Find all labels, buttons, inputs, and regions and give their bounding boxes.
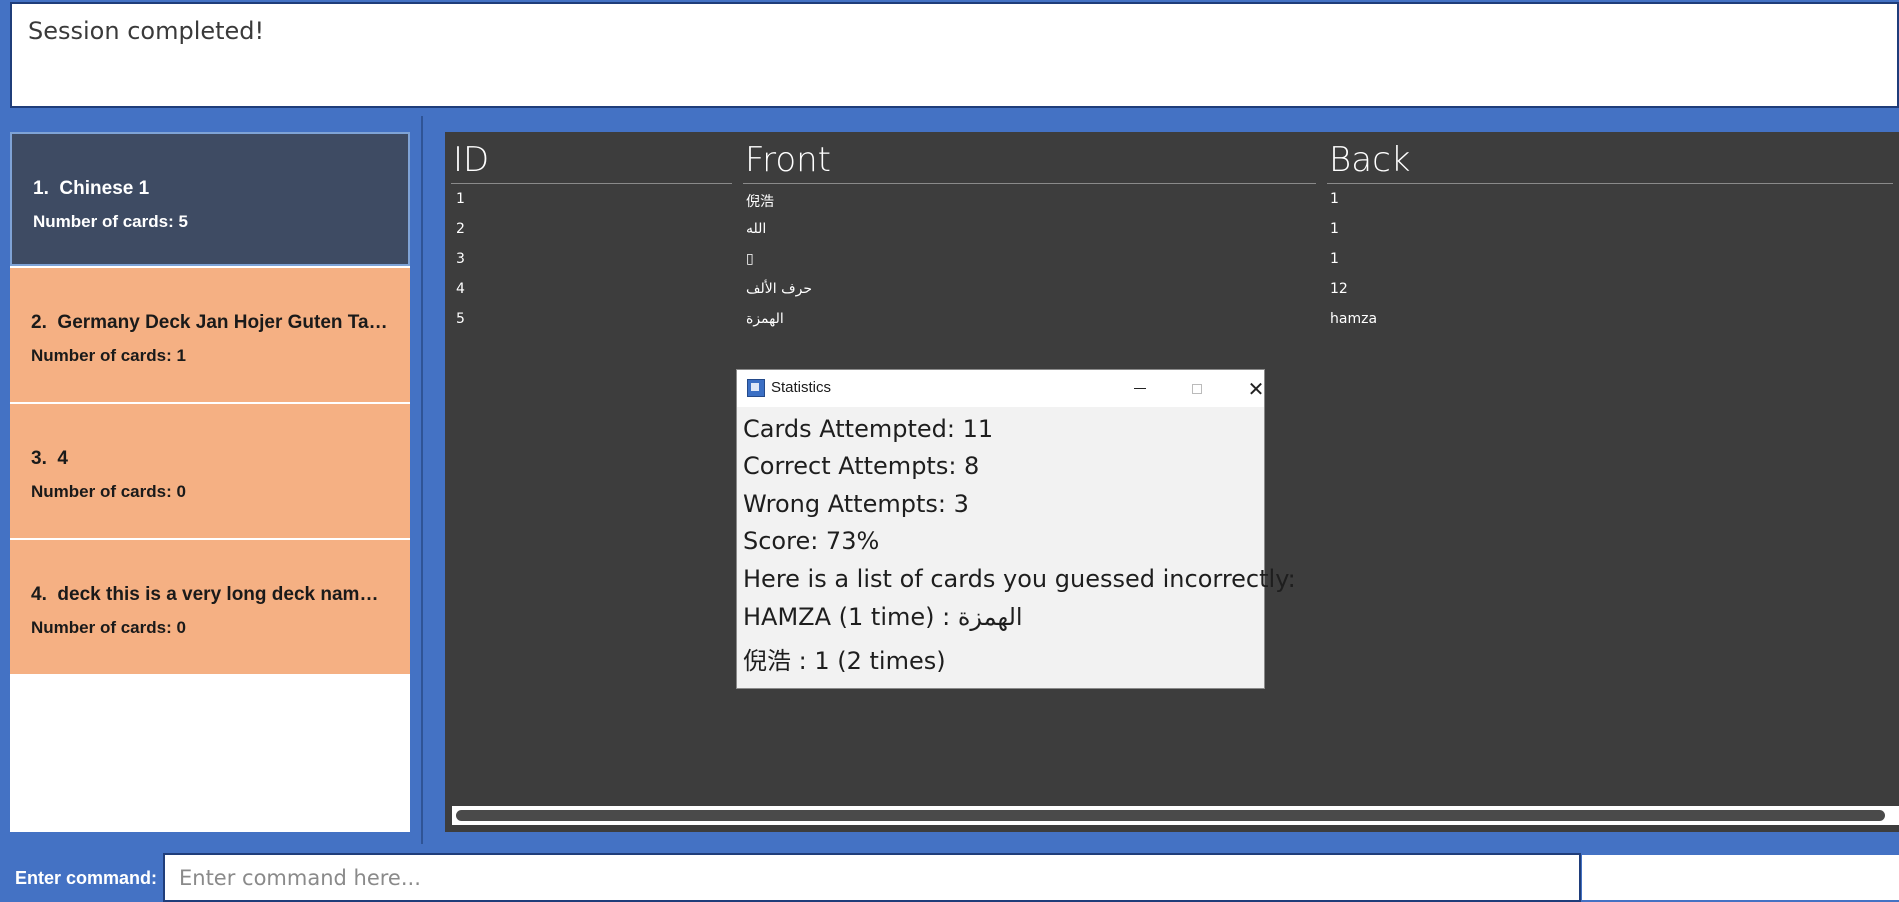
column-header-id[interactable]: ID <box>453 140 489 180</box>
table-cell-id[interactable]: 2 <box>456 221 465 237</box>
stat-correct-attempts: Correct Attempts: 8 <box>743 452 980 480</box>
result-display: Session completed! <box>10 2 1899 108</box>
dialog-title: Statistics <box>771 379 832 396</box>
close-icon: ✕ <box>1247 376 1265 401</box>
dialog-titlebar[interactable]: Statistics ✕ <box>737 370 1264 407</box>
table-cell-back[interactable]: 1 <box>1330 191 1339 207</box>
deck-card-1[interactable]: 1. Chinese 1 Number of cards: 5 <box>10 132 410 266</box>
header-underline <box>451 183 732 184</box>
table-cell-front[interactable]: ▯ <box>746 251 754 267</box>
minimize-button[interactable] <box>1117 370 1163 407</box>
deck-card-count: Number of cards: 1 <box>31 346 186 365</box>
deck-card-count: Number of cards: 5 <box>33 212 188 231</box>
deck-list-panel[interactable]: 1. Chinese 1 Number of cards: 5 2. Germa… <box>10 132 410 832</box>
stat-score: Score: 73% <box>743 527 880 555</box>
maximize-icon <box>1192 383 1202 394</box>
table-cell-id[interactable]: 1 <box>456 191 465 207</box>
deck-card-count: Number of cards: 0 <box>31 618 186 637</box>
panel-divider[interactable] <box>421 116 423 844</box>
table-cell-front[interactable]: الهمزة <box>746 311 784 327</box>
scrollbar-thumb[interactable] <box>456 810 1885 821</box>
command-label: Enter command: <box>15 868 158 888</box>
table-cell-id[interactable]: 5 <box>456 311 465 327</box>
header-underline <box>743 183 1316 184</box>
deck-card-4[interactable]: 4. deck this is a very long deck name t.… <box>10 540 410 674</box>
close-button[interactable]: ✕ <box>1233 370 1279 407</box>
result-message: Session completed! <box>28 17 265 45</box>
horizontal-scrollbar[interactable] <box>452 806 1899 825</box>
stat-incorrect-list-heading: Here is a list of cards you guessed inco… <box>743 565 1296 593</box>
table-cell-id[interactable]: 4 <box>456 281 465 297</box>
deck-card-2[interactable]: 2. Germany Deck Jan Hojer Guten Tag... N… <box>10 268 410 402</box>
stat-incorrect-item: 倪浩 : 1 (2 times) <box>743 647 946 675</box>
table-cell-id[interactable]: 3 <box>456 251 465 267</box>
table-cell-back[interactable]: 12 <box>1330 281 1348 297</box>
status-area <box>1582 855 1899 900</box>
stat-wrong-attempts: Wrong Attempts: 3 <box>743 490 969 518</box>
header-underline <box>1327 183 1893 184</box>
statistics-dialog[interactable]: Statistics ✕ Cards Attempted: 11 Correct… <box>736 369 1296 689</box>
maximize-button <box>1174 370 1220 407</box>
minimize-icon <box>1134 388 1146 389</box>
stat-incorrect-item: HAMZA (1 time) : الهمزة <box>743 603 1023 631</box>
deck-title: 3. 4 <box>31 448 68 469</box>
table-cell-front[interactable]: حرف الألف <box>746 281 812 297</box>
column-header-front[interactable]: Front <box>745 140 831 180</box>
table-cell-back[interactable]: 1 <box>1330 221 1339 237</box>
deck-card-count: Number of cards: 0 <box>31 482 186 501</box>
deck-title: 4. deck this is a very long deck name t.… <box>31 584 388 605</box>
column-header-back[interactable]: Back <box>1329 140 1410 180</box>
app-logo-icon <box>747 379 765 397</box>
deck-card-3[interactable]: 3. 4 Number of cards: 0 <box>10 404 410 538</box>
command-input[interactable] <box>163 853 1581 902</box>
table-cell-back[interactable]: hamza <box>1330 311 1377 327</box>
deck-title: 2. Germany Deck Jan Hojer Guten Tag... <box>31 312 388 333</box>
table-cell-back[interactable]: 1 <box>1330 251 1339 267</box>
table-cell-front[interactable]: 倪浩 <box>746 191 774 211</box>
stat-cards-attempted: Cards Attempted: 11 <box>743 415 994 443</box>
table-cell-front[interactable]: الله <box>746 221 766 237</box>
deck-title: 1. Chinese 1 <box>33 178 150 199</box>
